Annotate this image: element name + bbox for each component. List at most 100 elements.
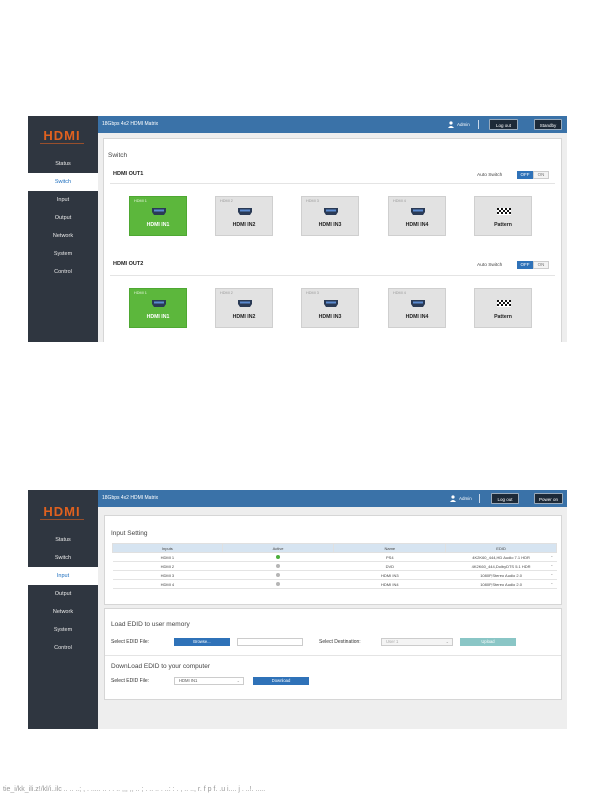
col-edid: EDID (445, 543, 557, 553)
inactive-status-dot (276, 563, 281, 568)
upload-button[interactable]: Upload (460, 638, 516, 646)
user-name: Admin (457, 122, 470, 127)
sidebar-item-control[interactable]: Control (28, 263, 98, 281)
auto-switch-on[interactable]: ON (533, 171, 549, 179)
tile-input-name: HDMI IN1 (146, 314, 170, 320)
auto-switch-label: Auto Switch (477, 173, 503, 178)
tile-port-label: HDMI 2 (220, 199, 233, 203)
top-bar: 18Gbps 4x2 HDMI Matrix Admin Log out Pow… (98, 490, 567, 507)
sidebar-item-control[interactable]: Control (28, 639, 98, 657)
tile-hdmi-in2[interactable]: HDMI 2 HDMI IN2 (215, 288, 273, 328)
sidebar-item-status[interactable]: Status (28, 531, 98, 549)
table-row: HDMI 4 HDMI IN4 1080P,Stereo Audio 2.0 ⌄ (112, 579, 557, 589)
row-input: HDMI 3 (112, 570, 223, 580)
tile-input-name: HDMI IN3 (318, 314, 342, 320)
auto-switch-off[interactable]: OFF (517, 171, 533, 179)
tile-port-label: HDMI 4 (393, 199, 406, 203)
sidebar-item-network[interactable]: Network (28, 603, 98, 621)
tile-port-label: HDMI 1 (134, 199, 147, 203)
destination-value: User 1 (386, 639, 399, 644)
tile-hdmi-in3[interactable]: HDMI 3 HDMI IN3 (301, 288, 359, 328)
tile-input-name: HDMI IN4 (405, 314, 429, 320)
standby-button[interactable]: Standby (534, 119, 562, 130)
row-edid[interactable]: 4K2K60_444,DolbyDTS 5.1 HDR ⌄ (445, 561, 557, 571)
edid-file-select[interactable]: HDMI IN1 ⌄ (174, 677, 244, 685)
tile-input-name: HDMI IN2 (232, 314, 256, 320)
col-active: Active (221, 543, 335, 553)
sidebar-item-input[interactable]: Input (28, 567, 98, 585)
sidebar-item-system[interactable]: System (28, 245, 98, 263)
chevron-down-icon: ⌄ (236, 678, 240, 683)
row-active (222, 561, 334, 571)
tile-hdmi-in2[interactable]: HDMI 2 HDMI IN2 (215, 196, 273, 236)
auto-switch-on[interactable]: ON (533, 261, 549, 269)
input-screenshot: HDMI Status Switch Input Output Network … (28, 490, 567, 729)
row-active (222, 579, 334, 589)
load-edid-title: Load EDID to user memory (111, 621, 190, 628)
tile-input-name: Pattern (494, 314, 512, 320)
logout-button[interactable]: Log out (491, 493, 519, 504)
tile-port-label: HDMI 1 (134, 291, 147, 295)
hdmi-port-icon (411, 208, 425, 215)
sidebar-nav: Status Switch Input Output Network Syste… (28, 155, 98, 281)
switch-panel: Switch HDMI OUT1 Auto Switch OFF ON HDMI… (103, 138, 562, 342)
top-bar: 18Gbps 4x2 HDMI Matrix Admin Log out Sta… (98, 116, 567, 133)
user-icon (450, 495, 456, 502)
checkerboard-pattern-icon (497, 300, 511, 307)
row-edid[interactable]: 4K2K60_444,HD Audio 7.1 HDR ⌄ (445, 552, 557, 562)
sidebar-item-input[interactable]: Input (28, 191, 98, 209)
divider (478, 120, 479, 129)
download-button[interactable]: Download (253, 677, 309, 685)
tile-port-label: HDMI 2 (220, 291, 233, 295)
row-active (222, 552, 334, 562)
tile-hdmi-in3[interactable]: HDMI 3 HDMI IN3 (301, 196, 359, 236)
auto-switch-off[interactable]: OFF (517, 261, 533, 269)
table-row: HDMI 1 PS4 4K2K60_444,HD Audio 7.1 HDR ⌄ (112, 552, 557, 562)
tile-hdmi-in4[interactable]: HDMI 4 HDMI IN4 (388, 196, 446, 236)
tile-hdmi-in1[interactable]: HDMI 1 HDMI IN1 (129, 196, 187, 236)
checkerboard-pattern-icon (497, 208, 511, 215)
panel-title: Switch (108, 152, 128, 159)
sidebar-item-output[interactable]: Output (28, 209, 98, 227)
file-name-field[interactable] (237, 638, 303, 646)
row-name[interactable]: DVD (333, 561, 446, 571)
sidebar-item-switch[interactable]: Switch (28, 549, 98, 567)
divider (110, 183, 555, 184)
sidebar-item-output[interactable]: Output (28, 585, 98, 603)
edid-panel: Load EDID to user memory Select EDID Fil… (104, 608, 562, 700)
input-setting-panel: Input Setting Inputs Active Name EDID HD… (104, 515, 562, 605)
destination-select[interactable]: User 1 ⌄ (381, 638, 453, 646)
svg-text:HDMI: HDMI (43, 504, 80, 519)
tile-hdmi-in4[interactable]: HDMI 4 HDMI IN4 (388, 288, 446, 328)
row-active (222, 570, 334, 580)
inactive-status-dot (276, 581, 281, 586)
divider (479, 494, 480, 503)
tile-hdmi-in1[interactable]: HDMI 1 HDMI IN1 (129, 288, 187, 328)
row-name[interactable]: HDMI IN4 (333, 579, 446, 589)
user-name: Admin (459, 496, 472, 501)
divider (105, 655, 561, 656)
tile-pattern[interactable]: Pattern (474, 288, 532, 328)
row-edid[interactable]: 1080P,Stereo Audio 2.0 ⌄ (445, 570, 557, 580)
sidebar-item-system[interactable]: System (28, 621, 98, 639)
power-on-button[interactable]: Power on (534, 493, 563, 504)
logout-button[interactable]: Log out (489, 119, 518, 130)
chevron-down-icon: ⌄ (550, 553, 554, 558)
row-name[interactable]: PS4 (333, 552, 446, 562)
browse-button[interactable]: Browse... (174, 638, 230, 646)
hdmi-port-icon (152, 208, 166, 215)
sidebar-item-network[interactable]: Network (28, 227, 98, 245)
tile-input-name: HDMI IN4 (405, 222, 429, 228)
download-edid-title: DownLoad EDID to your computer (111, 663, 210, 670)
auto-switch-label: Auto Switch (477, 263, 503, 268)
row-edid[interactable]: 1080P,Stereo Audio 2.0 ⌄ (445, 579, 557, 589)
sidebar-item-status[interactable]: Status (28, 155, 98, 173)
sidebar-item-switch[interactable]: Switch (28, 173, 98, 191)
edid-value: 1080P,Stereo Audio 2.0 (480, 581, 522, 587)
input-table: Inputs Active Name EDID HDMI 1 PS4 4K2K6… (112, 543, 557, 589)
row-name[interactable]: HDMI IN3 (333, 570, 446, 580)
tile-pattern[interactable]: Pattern (474, 196, 532, 236)
switch-screenshot: HDMI Status Switch Input Output Network … (28, 116, 567, 342)
hdmi-port-icon (238, 208, 252, 215)
inactive-status-dot (276, 572, 281, 577)
